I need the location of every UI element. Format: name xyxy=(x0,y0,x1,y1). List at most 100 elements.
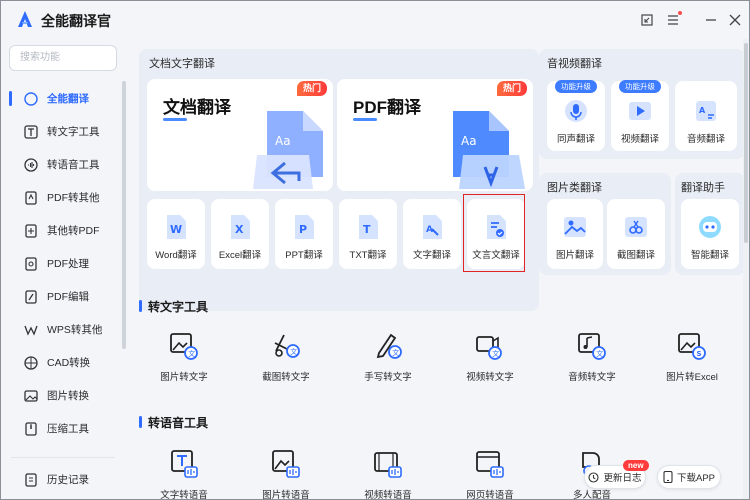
app-title: 全能翻译官 xyxy=(41,13,111,29)
sidebar-item-label: 全能翻译 xyxy=(47,93,89,105)
svg-text:T: T xyxy=(363,223,371,236)
feature-label: 手写转文字 xyxy=(364,372,412,383)
feature-handwriting-to-text[interactable]: 文 手写转文字 xyxy=(343,331,433,393)
audio-to-text-icon: 文 xyxy=(578,333,606,360)
sidebar-item-pdf-edit[interactable]: PDF编辑 xyxy=(1,280,121,313)
excel-translate-tool[interactable]: X Excel翻译 xyxy=(211,199,269,269)
title-bar: 全能翻译官 xyxy=(1,1,749,39)
wps-icon xyxy=(24,325,38,336)
text-translate-tool[interactable]: A 文字翻译 xyxy=(403,199,461,269)
sidebar-item-to-speech[interactable]: 转语音工具 xyxy=(1,148,121,181)
assistant-panel-title: 翻译助手 xyxy=(681,182,725,194)
feature-video-to-speech[interactable]: 视频转语音 xyxy=(343,449,433,499)
download-app-button[interactable]: 下载APP xyxy=(657,465,721,489)
feature-screenshot-to-text[interactable]: 文 截图转文字 xyxy=(241,331,331,393)
pdf-process-icon xyxy=(25,256,37,271)
sidebar-item-label: 压缩工具 xyxy=(47,423,89,435)
pdf-translate-card[interactable]: PDF翻译 热门 Aa xyxy=(337,79,533,191)
sidebar-item-cad[interactable]: CAD转换 xyxy=(1,346,121,379)
sidebar-item-label: 转语音工具 xyxy=(47,159,100,171)
robot-icon xyxy=(699,216,721,238)
screenshot-translate-tool[interactable]: 截图翻译 xyxy=(607,199,665,269)
svg-text:文: 文 xyxy=(392,348,399,357)
minimize-icon[interactable] xyxy=(701,10,721,30)
sidebar-item-label: PDF编辑 xyxy=(47,291,89,303)
smart-translate-tool[interactable]: 智能翻译 xyxy=(681,199,739,269)
feature-label: 图片转文字 xyxy=(160,372,208,383)
sidebar-item-other-to-pdf[interactable]: 其他转PDF xyxy=(1,214,121,247)
close-icon[interactable] xyxy=(725,10,745,30)
feature-webpage-to-speech[interactable]: 网页转语音 xyxy=(445,449,535,499)
tool-label: 视频翻译 xyxy=(620,134,659,145)
sidebar-item-label: PDF处理 xyxy=(47,258,89,270)
tool-label: Excel翻译 xyxy=(218,250,262,261)
sidebar-item-label: PDF转其他 xyxy=(47,192,100,204)
ppt-file-icon: P xyxy=(295,215,314,239)
app-logo-icon xyxy=(18,11,32,27)
svg-text:Aa: Aa xyxy=(275,134,291,148)
feature-audio-to-text[interactable]: 文 音频转文字 xyxy=(547,331,637,393)
svg-text:Aa: Aa xyxy=(461,134,477,148)
excel-file-icon: X xyxy=(231,215,250,239)
video-icon xyxy=(629,102,651,120)
search-input[interactable]: 搜索功能 xyxy=(9,45,117,71)
svg-text:A: A xyxy=(699,106,706,115)
video-translate-tool[interactable]: 功能升级 视频翻译 xyxy=(611,80,669,151)
sidebar-item-pdf-to-other[interactable]: PDF转其他 xyxy=(1,181,121,214)
doc-translate-card[interactable]: 文档翻译 热门 Aa xyxy=(147,79,333,191)
sidebar-item-to-text[interactable]: 转文字工具 xyxy=(1,115,121,148)
feature-label: 图片转语音 xyxy=(262,490,310,499)
txt-translate-tool[interactable]: T TXT翻译 xyxy=(339,199,397,269)
sidebar-item-all-translate[interactable]: 全能翻译 xyxy=(1,82,121,115)
content-scrollbar[interactable] xyxy=(743,39,749,499)
minimize-to-tray-icon[interactable] xyxy=(637,10,657,30)
svg-text:文: 文 xyxy=(188,349,195,358)
tool-label: 同声翻译 xyxy=(556,134,595,145)
simultaneous-translate-tool[interactable]: 功能升级 同声翻译 xyxy=(547,80,605,151)
app-window: 全能翻译官 搜索功能 全能翻译 转文字工具 转语音工具 PDF转其他 其他转PD… xyxy=(0,0,750,500)
feature-text-to-speech[interactable]: 文字转语音 xyxy=(139,449,229,499)
svg-text:文: 文 xyxy=(290,347,297,356)
text-file-icon: A xyxy=(423,215,442,239)
sidebar: 搜索功能 全能翻译 转文字工具 转语音工具 PDF转其他 其他转PDF PDF处… xyxy=(1,39,127,499)
menu-icon[interactable] xyxy=(663,10,683,30)
tool-label: PPT翻译 xyxy=(285,250,323,261)
feature-image-to-text[interactable]: 文 图片转文字 xyxy=(139,331,229,393)
feature-video-to-text[interactable]: 文 视频转文字 xyxy=(445,331,535,393)
audio-translate-tool[interactable]: A 音频翻译 xyxy=(675,81,737,151)
sidebar-item-compress[interactable]: 压缩工具 xyxy=(1,412,121,445)
main-content: 文档文字翻译 文档翻译 热门 Aa PDF翻译 热门 Aa W Word翻译 X… xyxy=(127,39,749,499)
ppt-translate-tool[interactable]: P PPT翻译 xyxy=(275,199,333,269)
tool-label: 文字翻译 xyxy=(412,250,451,261)
image-translate-tool[interactable]: 图片翻译 xyxy=(547,199,603,269)
translate-icon xyxy=(24,91,38,106)
selection-highlight-box xyxy=(463,194,525,272)
document-illustration-icon: Aa xyxy=(253,111,323,189)
feature-image-to-excel[interactable]: S 图片转Excel xyxy=(647,331,737,393)
feature-label: 视频转文字 xyxy=(466,372,514,383)
sidebar-item-label: 转文字工具 xyxy=(47,126,100,138)
content-scrollbar-thumb[interactable] xyxy=(744,43,748,243)
card-title: PDF翻译 xyxy=(353,98,421,117)
section-title-to-text: 转文字工具 xyxy=(139,298,208,315)
tool-label: TXT翻译 xyxy=(349,250,387,261)
word-file-icon: W xyxy=(167,215,186,239)
svg-text:文: 文 xyxy=(492,349,499,358)
sidebar-item-history[interactable]: 历史记录 xyxy=(1,463,121,496)
sidebar-item-wps-to-other[interactable]: WPS转其他 xyxy=(1,313,121,346)
notification-dot xyxy=(678,11,682,15)
word-translate-tool[interactable]: W Word翻译 xyxy=(147,199,205,269)
sidebar-scrollbar[interactable] xyxy=(122,81,126,349)
cad-icon xyxy=(24,355,38,370)
screenshot-to-text-icon: 文 xyxy=(274,334,300,358)
card-underline xyxy=(163,118,187,121)
feature-label: 音频转文字 xyxy=(568,372,616,383)
sidebar-item-label: 其他转PDF xyxy=(47,225,100,237)
sidebar-item-image-convert[interactable]: 图片转换 xyxy=(1,379,121,412)
sidebar-item-pdf-process[interactable]: PDF处理 xyxy=(1,247,121,280)
feature-image-to-speech[interactable]: 图片转语音 xyxy=(241,449,331,499)
svg-text:S: S xyxy=(697,350,702,358)
audio-file-icon: A xyxy=(696,101,716,121)
sidebar-divider xyxy=(11,457,115,458)
sidebar-nav: 全能翻译 转文字工具 转语音工具 PDF转其他 其他转PDF PDF处理 PDF… xyxy=(1,82,121,445)
